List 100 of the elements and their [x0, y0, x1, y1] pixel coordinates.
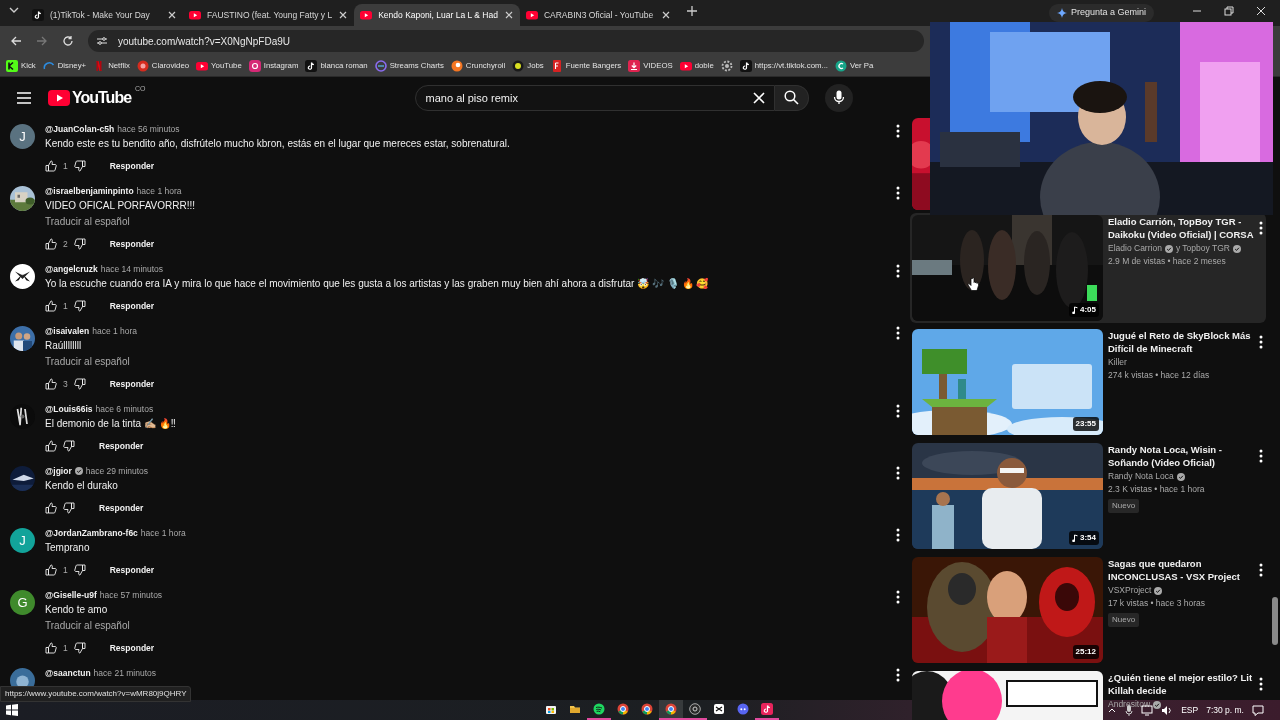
gemini-button[interactable]: Pregunta a Gemini — [1048, 4, 1154, 22]
tune-icon[interactable] — [96, 35, 108, 47]
thumbs-up-icon[interactable] — [45, 642, 57, 654]
comment-time[interactable]: hace 56 minutos — [117, 122, 180, 136]
address-bar[interactable]: youtube.com/watch?v=X0NgNpFDa9U — [88, 30, 924, 52]
close-icon[interactable] — [167, 10, 177, 20]
browser-tab[interactable]: Kendo Kaponi, Luar La L & Had — [354, 4, 520, 26]
video-title[interactable]: ¿Quién tiene el mejor estilo? Lit Killah decide — [1108, 671, 1254, 697]
close-icon[interactable] — [338, 10, 349, 20]
video-title[interactable]: Eladio Carrión, TopBoy TGR - Daikoku (Video Oficial) | CORSA — [1108, 215, 1254, 241]
translate-link[interactable]: Traducir al español — [45, 618, 163, 634]
thumbs-up-icon[interactable] — [45, 378, 57, 390]
author-name[interactable]: @Louis66is — [45, 402, 93, 416]
reply-button[interactable]: Responder — [105, 297, 159, 315]
more-icon[interactable] — [896, 186, 900, 200]
comment-time[interactable]: hace 29 minutos — [85, 464, 149, 478]
language-indicator[interactable]: ESP — [1181, 703, 1199, 717]
translate-link[interactable]: Traducir al español — [45, 214, 196, 230]
windows-icon[interactable] — [6, 704, 18, 716]
author-name[interactable]: @saanctun — [45, 666, 91, 680]
reply-button[interactable]: Responder — [105, 561, 159, 579]
search-field[interactable]: mano al piso remix — [414, 84, 775, 111]
thumbs-down-icon[interactable] — [73, 300, 86, 312]
more-icon[interactable] — [896, 590, 900, 604]
thumbs-down-icon[interactable] — [73, 564, 86, 576]
more-icon[interactable] — [1259, 563, 1263, 577]
thumbs-down-icon[interactable] — [73, 642, 86, 654]
comment-time[interactable]: hace 1 hora — [136, 184, 182, 198]
channel-name[interactable]: y Topboy TGR — [1175, 242, 1230, 255]
reply-button[interactable]: Responder — [95, 499, 148, 517]
video-title[interactable]: Sagas que quedaron INCONCLUSAS - VSX Project — [1108, 557, 1254, 583]
microphone-button[interactable] — [824, 83, 853, 112]
more-icon[interactable] — [896, 264, 900, 278]
thumbs-up-icon[interactable] — [45, 300, 57, 312]
forward-icon[interactable] — [36, 35, 48, 47]
comment-time[interactable]: hace 6 minutos — [95, 402, 154, 416]
notification-icon[interactable] — [1252, 704, 1264, 716]
more-icon[interactable] — [896, 326, 900, 340]
channel-name[interactable]: Killer — [1108, 356, 1127, 369]
thumbs-up-icon[interactable] — [45, 238, 57, 250]
thumbs-down-icon[interactable] — [73, 378, 86, 390]
author-name[interactable]: @Giselle-u9f — [45, 588, 97, 602]
comment-time[interactable]: hace 57 minutos — [99, 588, 163, 602]
author-name[interactable]: @JordanZambrano-f6c — [45, 526, 138, 540]
plus-icon[interactable] — [684, 4, 699, 18]
clock[interactable]: 7:30 p. m. — [1206, 703, 1244, 717]
back-icon[interactable] — [10, 35, 22, 47]
browser-tab[interactable]: CARABIN3 Oficial - YouTube — [519, 4, 677, 26]
channel-name[interactable]: Randy Nota Loca — [1108, 470, 1174, 483]
thumbs-down-icon[interactable] — [73, 238, 86, 250]
video-title[interactable]: Jugué el Reto de SkyBlock Más Difícil de Minecraft — [1108, 329, 1254, 355]
search-button[interactable] — [774, 84, 809, 111]
menu-icon[interactable] — [16, 90, 32, 105]
thumbs-down-icon[interactable] — [63, 502, 75, 514]
author-name[interactable]: @isaivalen — [45, 324, 90, 338]
author-name[interactable]: @angelcruzk — [45, 262, 98, 276]
more-icon[interactable] — [1259, 677, 1263, 691]
thumbs-up-icon[interactable] — [45, 564, 57, 576]
reply-button[interactable]: Responder — [95, 437, 148, 455]
more-icon[interactable] — [896, 404, 900, 418]
restore-icon[interactable] — [1224, 6, 1234, 16]
browser-tab[interactable]: FAUSTINO (feat. Young Fatty y L — [183, 4, 355, 26]
close-icon[interactable] — [1256, 6, 1266, 16]
reply-button[interactable]: Responder — [105, 375, 159, 393]
channel-name[interactable]: VSXProject — [1108, 584, 1152, 597]
gear-icon[interactable] — [720, 60, 733, 72]
thumbs-up-icon[interactable] — [45, 160, 57, 172]
more-icon[interactable] — [896, 668, 900, 682]
reply-button[interactable]: Responder — [105, 157, 159, 175]
close-icon[interactable] — [660, 10, 671, 20]
taskbar-app[interactable] — [755, 700, 779, 720]
browser-tab[interactable]: (1)TikTok - Make Your Day — [26, 4, 183, 26]
close-icon[interactable] — [503, 10, 514, 20]
clear-icon[interactable] — [751, 90, 766, 105]
thumbs-down-icon[interactable] — [63, 440, 75, 452]
translate-link[interactable]: Traducir al español — [45, 354, 159, 370]
taskbar-app[interactable] — [659, 700, 683, 720]
more-icon[interactable] — [1259, 221, 1263, 235]
comment-time[interactable]: hace 14 minutos — [100, 262, 164, 276]
more-icon[interactable] — [896, 124, 900, 138]
thumbs-down-icon[interactable] — [73, 160, 86, 172]
reply-button[interactable]: Responder — [105, 639, 159, 657]
more-icon[interactable] — [896, 528, 900, 542]
author-name[interactable]: @JuanColan-c5h — [45, 122, 115, 136]
scrollbar-thumb[interactable] — [1272, 597, 1278, 645]
reload-icon[interactable] — [62, 35, 74, 47]
reply-button[interactable]: Responder — [105, 235, 159, 253]
more-icon[interactable] — [896, 466, 900, 480]
comment-time[interactable]: hace 1 hora — [92, 324, 138, 338]
comment-time[interactable]: hace 1 hora — [140, 526, 186, 540]
video-card-highlight[interactable]: 4:05 Eladio Carrión, TopBoy TGR - Daikoku (Video Oficial) | CORSA Eladio Carrion y Topboy TGR 2.9 M de vistas • hace 2 meses — [910, 213, 1266, 323]
speaker-icon[interactable] — [1161, 704, 1174, 716]
author-name[interactable]: @jgior — [45, 464, 72, 478]
channel-name[interactable]: Eladio Carrion — [1108, 242, 1162, 255]
video-title[interactable]: Randy Nota Loca, Wisin - Soñando (Video Oficial) — [1108, 443, 1254, 469]
taskbar-app[interactable] — [683, 700, 707, 720]
more-icon[interactable] — [1259, 449, 1263, 463]
author-name[interactable]: @israelbenjaminpinto — [45, 184, 134, 198]
comment-time[interactable]: hace 21 minutos — [93, 666, 156, 680]
avatar[interactable]: G — [10, 590, 35, 615]
